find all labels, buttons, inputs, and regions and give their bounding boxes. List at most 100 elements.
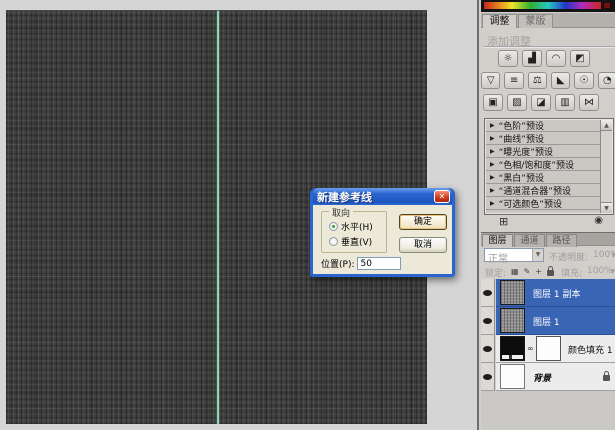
layer-row-copy[interactable]: 图层 1 副本 (481, 279, 615, 307)
layer-row-body[interactable]: 背景 (496, 363, 615, 391)
photoshop-workspace: 调整 蒙版 添加调整 ☼ ▟ ◠ ◩ ▽ ≡ ⚖ ◣ ☉ ◔ ▣ ▨ (0, 0, 615, 430)
invert-icon[interactable]: ▣ (483, 94, 503, 111)
blend-mode-select[interactable]: 正常 ▼ (484, 248, 544, 262)
channel-mixer-icon[interactable]: ◔ (598, 72, 615, 89)
preset-curves[interactable]: ▶ “曲线”预设 (486, 132, 601, 145)
layer-name[interactable]: 图层 1 (533, 315, 560, 328)
layer-row-body[interactable]: 图层 1 (496, 307, 615, 335)
dialog-title-bar[interactable]: 新建参考线 ✕ (313, 188, 452, 205)
radio-horizontal-label: 水平(H) (341, 220, 373, 233)
eye-icon[interactable] (483, 374, 492, 380)
curves-icon[interactable]: ◠ (546, 50, 566, 67)
chevron-down-icon[interactable]: ▼ (610, 268, 615, 275)
preset-black-white[interactable]: ▶ “黑白”预设 (486, 171, 601, 184)
preset-channel-mixer[interactable]: ▶ “通道混合器”预设 (486, 184, 601, 197)
lock-all-icon[interactable] (547, 270, 554, 276)
toggle-visibility-icon[interactable]: ◉ (594, 215, 603, 226)
posterize-icon[interactable]: ▨ (507, 94, 527, 111)
preset-levels[interactable]: ▶ “色阶”预设 (486, 119, 601, 132)
spectrum-gradient[interactable] (484, 2, 601, 9)
threshold-icon[interactable]: ◪ (531, 94, 551, 111)
spectrum-end-swatch (603, 2, 611, 9)
layer-thumbnail[interactable] (500, 364, 525, 389)
eye-icon[interactable] (483, 290, 492, 296)
radio-selected-icon[interactable] (329, 222, 338, 231)
layer-name[interactable]: 背景 (533, 371, 551, 384)
expand-triangle-icon[interactable]: ▶ (490, 174, 495, 181)
vibrance-icon[interactable]: ▽ (481, 72, 500, 89)
layer-thumbnail[interactable] (500, 280, 525, 305)
preset-selective-color[interactable]: ▶ “可选颜色”预设 (486, 197, 601, 210)
tab-adjustments[interactable]: 调整 (482, 14, 517, 28)
expand-triangle-icon[interactable]: ▶ (490, 122, 495, 129)
color-spectrum-bar[interactable] (481, 0, 615, 12)
preset-label: “曝光度”预设 (499, 145, 553, 158)
layer-name[interactable]: 图层 1 副本 (533, 287, 580, 300)
photo-filter-icon[interactable]: ☉ (574, 72, 593, 89)
selective-color-icon[interactable]: ⋈ (579, 94, 599, 111)
tab-masks[interactable]: 蒙版 (518, 14, 553, 28)
gradient-map-icon[interactable]: ▥ (555, 94, 575, 111)
blend-mode-row: 正常 ▼ 不透明度: 100% ▼ (481, 248, 615, 263)
layer-mask-thumbnail[interactable] (536, 336, 561, 361)
color-balance-icon[interactable]: ⚖ (528, 72, 547, 89)
radio-unselected-icon[interactable] (329, 237, 338, 246)
hue-saturation-icon[interactable]: ≡ (504, 72, 523, 89)
layer-thumbnail[interactable] (500, 308, 525, 333)
preset-exposure[interactable]: ▶ “曝光度”预设 (486, 145, 601, 158)
layer-row-layer1[interactable]: 图层 1 (481, 307, 615, 335)
expand-triangle-icon[interactable]: ▶ (490, 200, 495, 207)
tab-paths[interactable]: 路径 (546, 234, 577, 247)
expand-triangle-icon[interactable]: ▶ (490, 135, 495, 142)
presets-scrollbar[interactable]: ▲ ▼ (600, 120, 612, 213)
brightness-contrast-icon[interactable]: ☼ (498, 50, 518, 67)
layers-tab-bar: 图层 通道 路径 (481, 232, 615, 246)
switch-panel-icon[interactable]: ⊞ (499, 215, 508, 228)
preset-hue-saturation[interactable]: ▶ “色相/饱和度”预设 (486, 158, 601, 171)
scroll-down-icon[interactable]: ▼ (601, 202, 612, 213)
tab-layers[interactable]: 图层 (482, 234, 513, 247)
tab-channels[interactable]: 通道 (514, 234, 545, 247)
scroll-up-icon[interactable]: ▲ (601, 120, 612, 131)
lock-transparent-pixels-icon[interactable]: ▦ (511, 267, 519, 276)
lock-label: 锁定: (485, 266, 506, 279)
cancel-button[interactable]: 取消 (399, 237, 447, 253)
chevron-down-icon[interactable]: ▼ (532, 249, 543, 261)
radio-vertical[interactable]: 垂直(V) (329, 235, 372, 248)
layer-row-body[interactable]: 图层 1 副本 (496, 279, 615, 307)
expand-triangle-icon[interactable]: ▶ (490, 148, 495, 155)
radio-horizontal[interactable]: 水平(H) (329, 220, 373, 233)
eye-icon[interactable] (483, 346, 492, 352)
black-white-icon[interactable]: ◣ (551, 72, 570, 89)
eye-icon[interactable] (483, 318, 492, 324)
layer-name[interactable]: 颜色填充 1 (568, 343, 613, 356)
layer-row-color-fill[interactable]: ∞ 颜色填充 1 (481, 335, 615, 363)
chevron-down-icon[interactable]: ▼ (611, 252, 615, 259)
levels-icon[interactable]: ▟ (522, 50, 542, 67)
link-mask-icon[interactable]: ∞ (527, 344, 534, 353)
visibility-cell[interactable] (481, 307, 495, 335)
adjustment-icons-row-1: ☼ ▟ ◠ ◩ (476, 50, 612, 67)
visibility-cell[interactable] (481, 363, 495, 391)
vertical-guide-line[interactable] (217, 11, 219, 424)
visibility-cell[interactable] (481, 279, 495, 307)
layers-panel-empty-area (481, 391, 615, 430)
expand-triangle-icon[interactable]: ▶ (490, 161, 495, 168)
ok-button[interactable]: 确定 (399, 214, 447, 230)
position-label: 位置(P): (321, 257, 354, 270)
dialog-body: 取向 水平(H) 垂直(V) 位置(P): 确定 取消 (313, 205, 452, 274)
close-icon[interactable]: ✕ (434, 190, 450, 203)
lock-image-pixels-icon[interactable]: ✎ (524, 267, 531, 276)
fill-layer-thumbnail[interactable] (500, 336, 525, 361)
exposure-icon[interactable]: ◩ (570, 50, 590, 67)
visibility-cell[interactable] (481, 335, 495, 363)
dock-inner: 调整 蒙版 添加调整 ☼ ▟ ◠ ◩ ▽ ≡ ⚖ ◣ ☉ ◔ ▣ ▨ (481, 0, 615, 430)
expand-triangle-icon[interactable]: ▶ (490, 187, 495, 194)
lock-position-icon[interactable]: + (535, 267, 542, 276)
radio-vertical-label: 垂直(V) (341, 235, 372, 248)
layer-row-background[interactable]: 背景 (481, 363, 615, 391)
layer-row-body[interactable]: ∞ 颜色填充 1 (496, 335, 615, 363)
right-panel-dock: 调整 蒙版 添加调整 ☼ ▟ ◠ ◩ ▽ ≡ ⚖ ◣ ☉ ◔ ▣ ▨ (477, 0, 615, 430)
fill-value[interactable]: 100% (587, 266, 613, 276)
guide-position-input[interactable] (357, 257, 401, 270)
